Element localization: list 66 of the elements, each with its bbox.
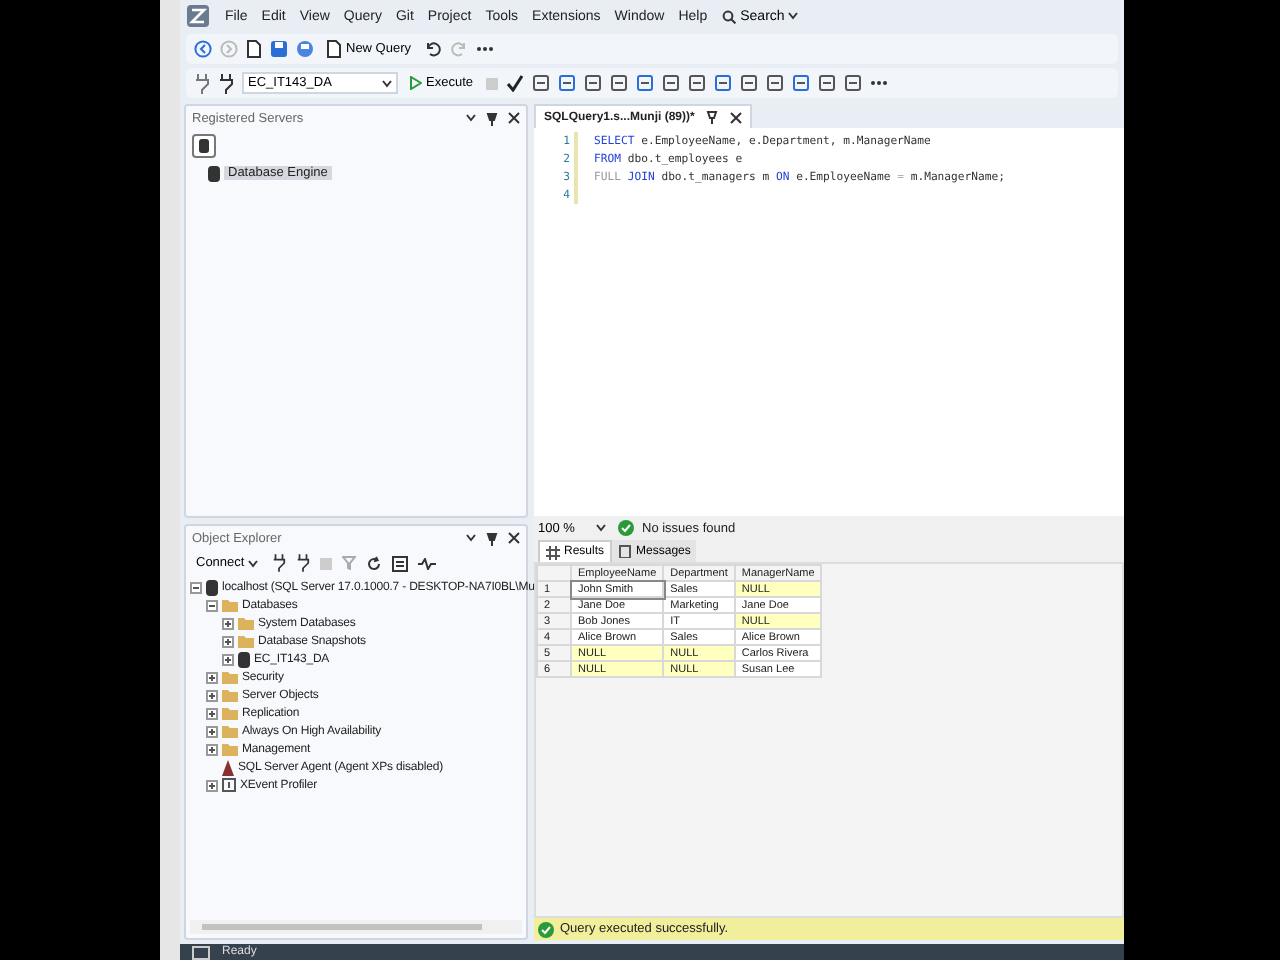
pin-icon[interactable] (486, 531, 498, 545)
check-icon[interactable] (505, 74, 523, 92)
activity-icon[interactable] (418, 557, 437, 569)
summary-icon[interactable] (392, 555, 409, 571)
dropdown-icon[interactable] (466, 114, 476, 122)
toolbar-icon[interactable] (557, 74, 575, 92)
save-icon[interactable] (270, 40, 288, 58)
agent-icon (222, 759, 234, 775)
collapse-icon[interactable] (206, 599, 218, 611)
toolbar-icon[interactable] (791, 74, 809, 92)
toolbar-icon[interactable] (635, 74, 653, 92)
caret-icon (248, 559, 259, 567)
caret-icon (596, 524, 606, 532)
toolbar-icon[interactable] (531, 74, 549, 92)
expand-icon[interactable] (222, 617, 234, 629)
dropdown-icon[interactable] (466, 534, 476, 542)
more-icon[interactable] (475, 46, 494, 52)
new-file-icon[interactable] (246, 40, 262, 58)
toolbar-icon[interactable] (739, 74, 757, 92)
expand-icon[interactable] (206, 689, 218, 701)
expand-icon[interactable] (222, 653, 234, 665)
toolbar-icon[interactable] (661, 74, 679, 92)
caret-icon (788, 12, 799, 20)
undo-icon[interactable] (423, 40, 442, 58)
toolbar-icon[interactable] (713, 74, 731, 92)
scrollbar[interactable] (190, 920, 522, 934)
database-icon (206, 579, 218, 595)
collapse-icon[interactable] (190, 581, 202, 593)
database-icon (208, 165, 220, 181)
expand-icon[interactable] (206, 725, 218, 737)
more-icon[interactable] (869, 80, 887, 86)
pin-icon[interactable] (486, 111, 498, 125)
document-icon (326, 40, 342, 58)
close-icon[interactable] (508, 532, 520, 544)
expand-icon[interactable] (206, 707, 218, 719)
plug-icon[interactable] (218, 73, 234, 93)
expand-icon[interactable] (206, 743, 218, 755)
database-engine-icon[interactable] (192, 134, 216, 158)
toolbar-icon[interactable] (817, 74, 835, 92)
close-icon[interactable] (508, 112, 520, 124)
save-all-icon[interactable] (296, 40, 314, 58)
toolbar-icon[interactable] (765, 74, 783, 92)
plug-icon[interactable] (296, 554, 311, 572)
toolbar-icon[interactable] (583, 74, 601, 92)
plug-icon[interactable] (272, 554, 287, 572)
caret-icon (382, 79, 392, 87)
output-icon (192, 945, 210, 959)
grid-icon (546, 545, 560, 559)
toolbar-icon[interactable] (687, 74, 705, 92)
refresh-icon[interactable] (366, 555, 383, 571)
expand-icon[interactable] (222, 635, 234, 647)
pin-icon[interactable] (706, 110, 719, 124)
profiler-icon (222, 778, 236, 792)
expand-icon[interactable] (206, 779, 218, 791)
close-icon[interactable] (730, 111, 743, 123)
success-icon (538, 921, 554, 937)
success-icon (618, 520, 634, 536)
play-icon (410, 76, 422, 90)
search-icon (722, 9, 737, 23)
toolbar-icon[interactable] (843, 74, 861, 92)
expand-icon[interactable] (206, 671, 218, 683)
app-logo-icon (186, 4, 210, 28)
database-icon (238, 651, 250, 667)
message-icon (618, 544, 633, 558)
back-icon[interactable] (194, 40, 212, 58)
toolbar-icon[interactable] (609, 74, 627, 92)
